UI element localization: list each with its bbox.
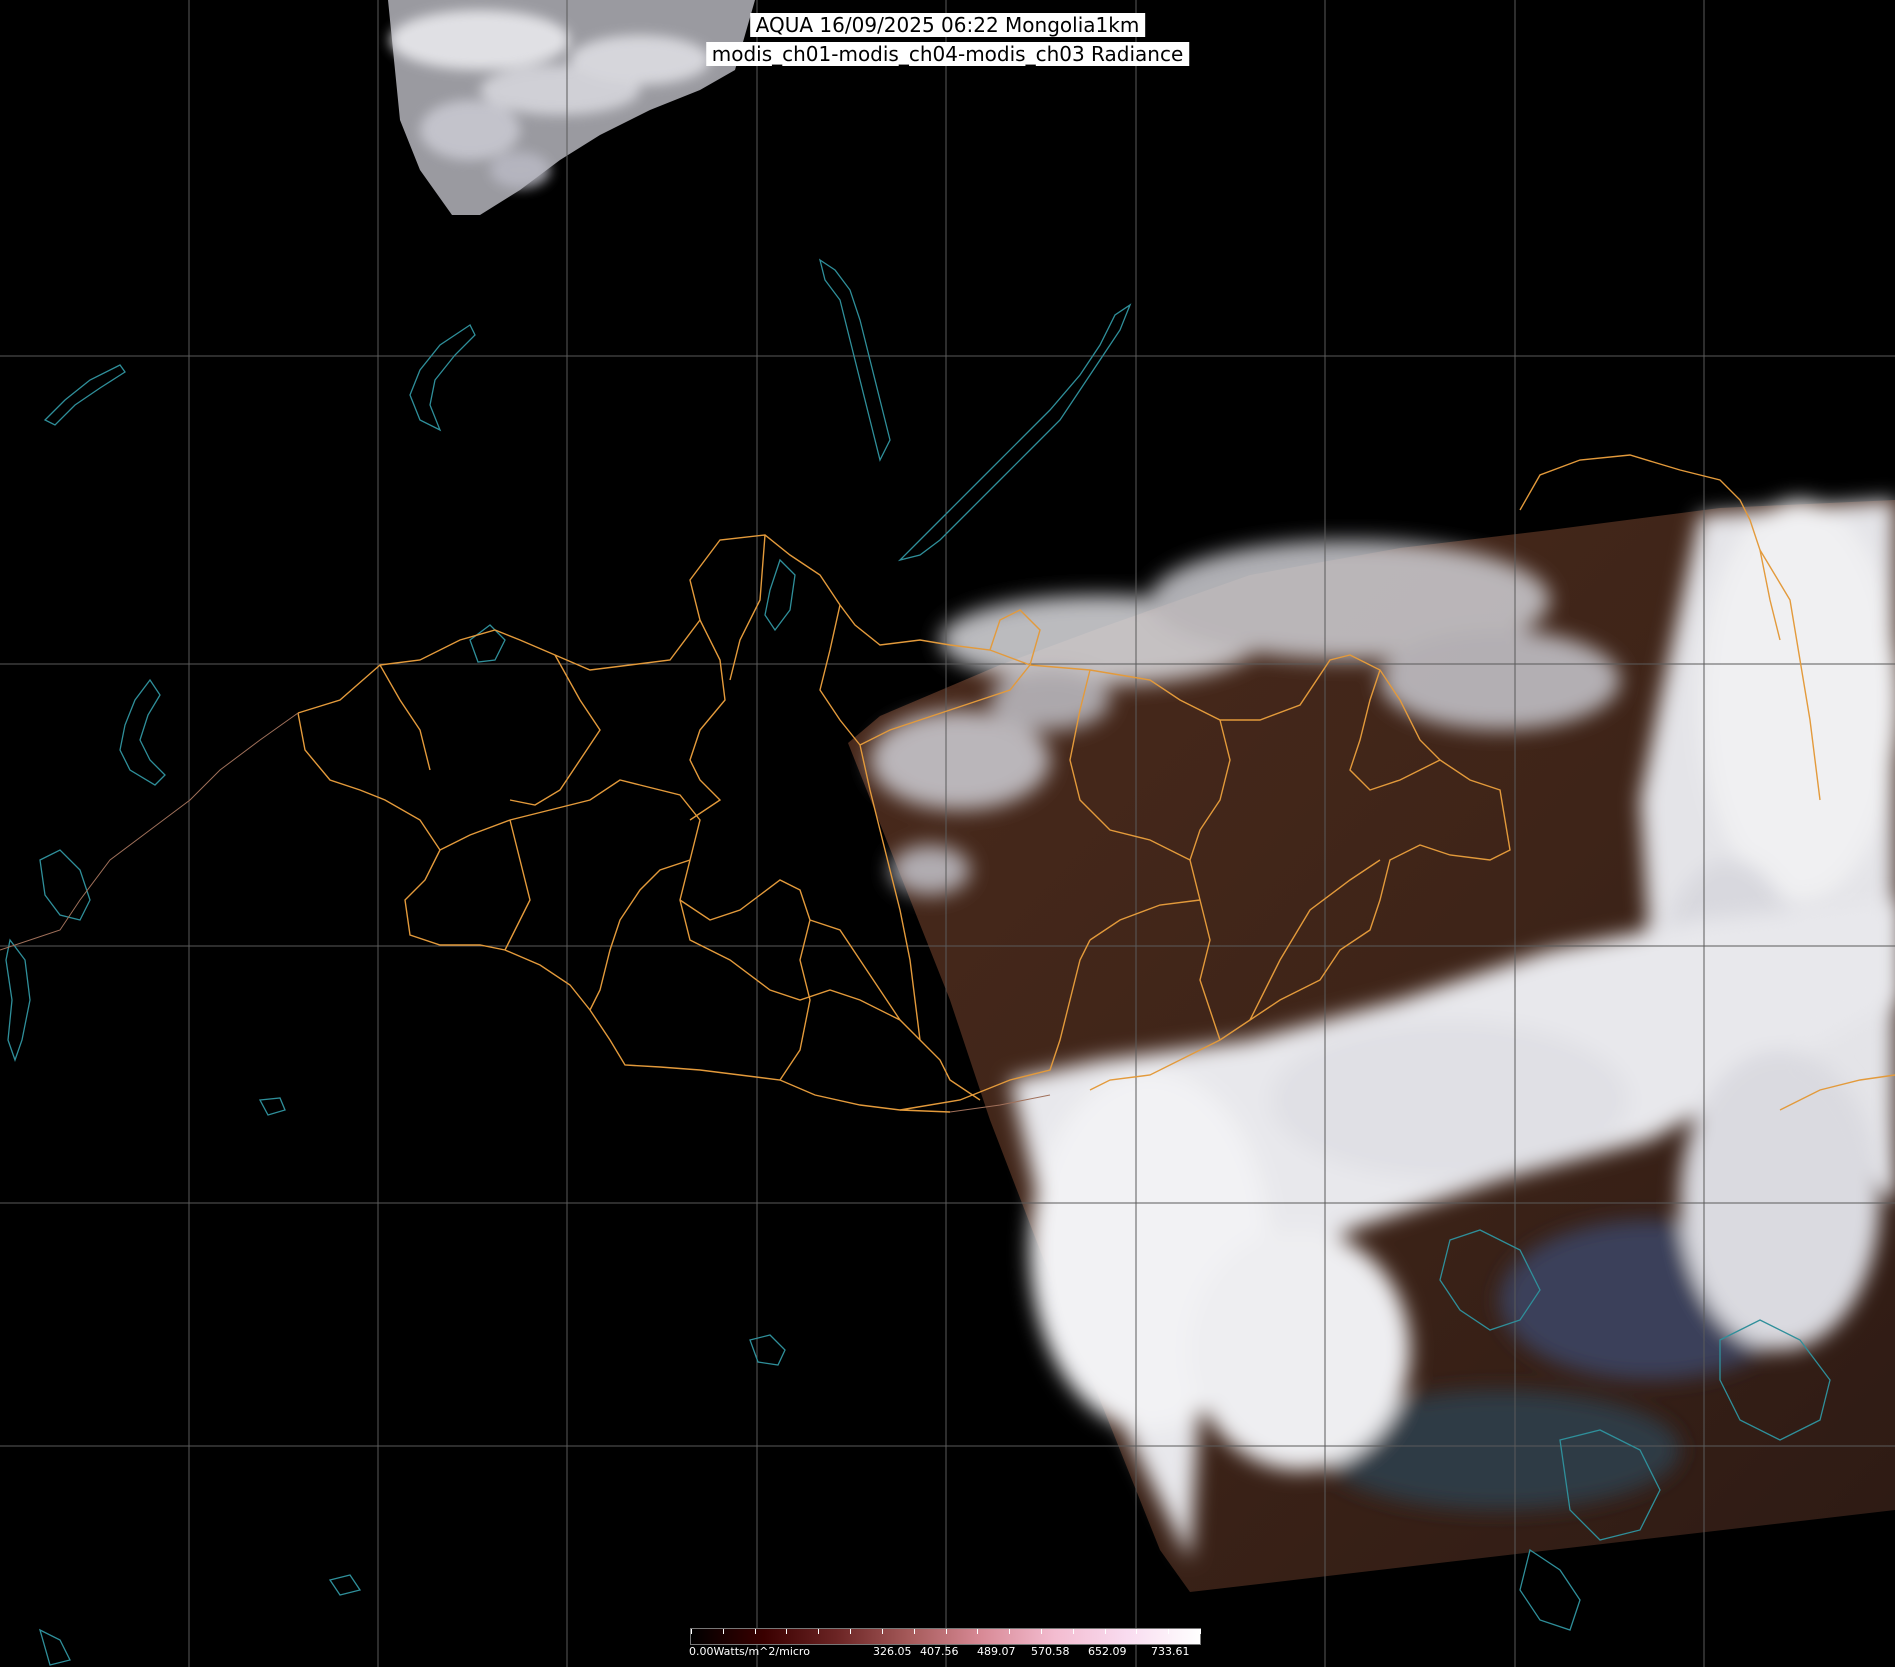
colorbar-tick <box>1168 1629 1170 1634</box>
colorbar-tick <box>1072 1629 1074 1634</box>
colorbar-label-min: 0.00Watts/m^2/micro <box>689 1645 810 1658</box>
colorbar-tick <box>1104 1629 1106 1634</box>
satellite-map <box>0 0 1895 1667</box>
colorbar-tick <box>881 1629 883 1634</box>
colorbar-tick <box>850 1629 852 1634</box>
colorbar-label-4: 570.58 <box>1031 1645 1070 1658</box>
title-line-1: AQUA 16/09/2025 06:22 Mongolia1km <box>749 13 1146 37</box>
colorbar-tick <box>1009 1629 1011 1634</box>
colorbar-label-3: 489.07 <box>977 1645 1016 1658</box>
colorbar-label-6: 733.61 <box>1151 1645 1190 1658</box>
colorbar-tick <box>945 1629 947 1634</box>
colorbar-gradient <box>690 1628 1201 1645</box>
colorbar-tick <box>722 1629 724 1634</box>
colorbar-tick <box>1136 1629 1138 1634</box>
colorbar-label-1: 326.05 <box>873 1645 912 1658</box>
colorbar-tick <box>977 1629 979 1634</box>
colorbar-tick <box>1200 1629 1201 1634</box>
swath-top <box>388 0 755 215</box>
colorbar-tick <box>818 1629 820 1634</box>
colorbar-label-2: 407.56 <box>920 1645 959 1658</box>
colorbar-tick <box>786 1629 788 1634</box>
colorbar-label-5: 652.09 <box>1088 1645 1127 1658</box>
colorbar-tick <box>691 1629 692 1634</box>
title-line-2: modis_ch01-modis_ch04-modis_ch03 Radianc… <box>705 42 1190 66</box>
colorbar-tick <box>1040 1629 1042 1634</box>
colorbar-tick <box>754 1629 756 1634</box>
colorbar: 0.00Watts/m^2/micro 326.05 407.56 489.07… <box>688 1627 1203 1667</box>
colorbar-tick <box>913 1629 915 1634</box>
